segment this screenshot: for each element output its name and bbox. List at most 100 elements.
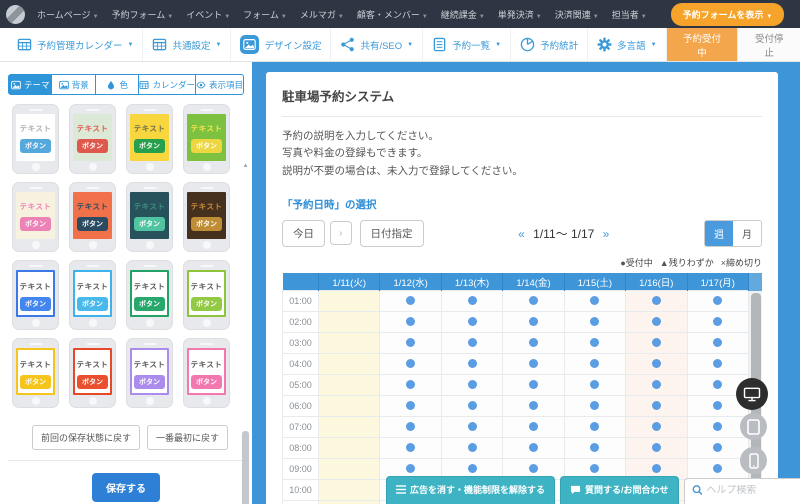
availability-dot[interactable] bbox=[652, 443, 661, 452]
availability-dot[interactable] bbox=[406, 422, 415, 431]
app-logo[interactable] bbox=[6, 5, 25, 24]
remove-ads-button[interactable]: 広告を消す・機能制限を解除する bbox=[386, 476, 555, 504]
availability-dot[interactable] bbox=[652, 338, 661, 347]
stop-accepting-button[interactable]: 受付停止 bbox=[737, 28, 800, 61]
availability-dot[interactable] bbox=[652, 401, 661, 410]
availability-dot[interactable] bbox=[713, 443, 722, 452]
prev-range-arrow-icon[interactable]: « bbox=[513, 227, 530, 241]
design-tab-色[interactable]: 色 bbox=[95, 74, 139, 95]
availability-dot[interactable] bbox=[590, 443, 599, 452]
availability-dot[interactable] bbox=[590, 380, 599, 389]
availability-dot[interactable] bbox=[529, 401, 538, 410]
availability-dot[interactable] bbox=[529, 443, 538, 452]
availability-dot[interactable] bbox=[652, 380, 661, 389]
availability-dot[interactable] bbox=[406, 296, 415, 305]
help-search-input[interactable] bbox=[706, 485, 800, 496]
theme-option[interactable]: テキストボタン bbox=[183, 338, 230, 408]
date-pick-button[interactable]: 日付指定 bbox=[360, 220, 424, 247]
desktop-preview-button[interactable] bbox=[736, 378, 768, 410]
nav-item[interactable]: 予約フォーム▼ bbox=[112, 8, 174, 21]
availability-dot[interactable] bbox=[406, 380, 415, 389]
theme-option[interactable]: テキストボタン bbox=[12, 338, 59, 408]
save-button[interactable]: 保存する bbox=[92, 473, 160, 502]
theme-option[interactable]: テキストボタン bbox=[183, 182, 230, 252]
theme-option[interactable]: テキストボタン bbox=[12, 104, 59, 174]
nav-item[interactable]: フォーム▼ bbox=[243, 8, 287, 21]
today-button[interactable]: 今日 bbox=[282, 220, 325, 247]
availability-dot[interactable] bbox=[590, 401, 599, 410]
availability-dot[interactable] bbox=[406, 464, 415, 473]
availability-dot[interactable] bbox=[406, 338, 415, 347]
availability-dot[interactable] bbox=[406, 359, 415, 368]
theme-option[interactable]: テキストボタン bbox=[12, 182, 59, 252]
week-view-button[interactable]: 週 bbox=[705, 221, 733, 246]
availability-dot[interactable] bbox=[590, 317, 599, 326]
tablet-preview-button[interactable] bbox=[740, 413, 767, 440]
nav-item[interactable]: 決済関連▼ bbox=[555, 8, 599, 21]
availability-dot[interactable] bbox=[406, 443, 415, 452]
phone-preview-button[interactable] bbox=[740, 447, 767, 474]
availability-dot[interactable] bbox=[529, 338, 538, 347]
theme-option[interactable]: テキストボタン bbox=[126, 338, 173, 408]
availability-dot[interactable] bbox=[468, 296, 477, 305]
availability-dot[interactable] bbox=[590, 422, 599, 431]
design-tab-カレンダー[interactable]: カレンダー bbox=[138, 74, 196, 95]
availability-dot[interactable] bbox=[652, 359, 661, 368]
toolbar-item[interactable]: デザイン設定 bbox=[231, 28, 331, 61]
availability-dot[interactable] bbox=[468, 401, 477, 410]
availability-dot[interactable] bbox=[713, 338, 722, 347]
availability-dot[interactable] bbox=[529, 296, 538, 305]
availability-dot[interactable] bbox=[468, 359, 477, 368]
toolbar-item[interactable]: 予約一覧▼ bbox=[423, 28, 511, 61]
availability-dot[interactable] bbox=[468, 380, 477, 389]
availability-dot[interactable] bbox=[652, 317, 661, 326]
availability-dot[interactable] bbox=[652, 464, 661, 473]
theme-option[interactable]: テキストボタン bbox=[126, 260, 173, 330]
theme-option[interactable]: テキストボタン bbox=[126, 182, 173, 252]
next-week-chevron-button[interactable]: › bbox=[330, 221, 352, 245]
nav-item[interactable]: 継続課金▼ bbox=[441, 8, 485, 21]
toolbar-item[interactable]: 予約管理カレンダー▼ bbox=[8, 28, 143, 61]
availability-dot[interactable] bbox=[468, 443, 477, 452]
theme-option[interactable]: テキストボタン bbox=[69, 182, 116, 252]
theme-option[interactable]: テキストボタン bbox=[12, 260, 59, 330]
restore-previous-save-button[interactable]: 前回の保存状態に戻す bbox=[32, 425, 140, 450]
show-reservation-form-button[interactable]: 予約フォームを表示▼ bbox=[671, 3, 785, 26]
nav-item[interactable]: 担当者▼ bbox=[612, 8, 647, 21]
availability-dot[interactable] bbox=[406, 317, 415, 326]
availability-dot[interactable] bbox=[468, 317, 477, 326]
theme-option[interactable]: テキストボタン bbox=[69, 260, 116, 330]
design-tab-背景[interactable]: 背景 bbox=[51, 74, 95, 95]
design-tab-表示項目[interactable]: 表示項目 bbox=[195, 74, 244, 95]
accepting-reservations-button[interactable]: 予約受付中 bbox=[667, 28, 738, 61]
scrollbar-thumb[interactable] bbox=[242, 431, 249, 504]
availability-dot[interactable] bbox=[713, 464, 722, 473]
availability-dot[interactable] bbox=[713, 422, 722, 431]
nav-item[interactable]: メルマガ▼ bbox=[300, 8, 344, 21]
scroll-up-arrow-icon[interactable]: ▲ bbox=[241, 163, 250, 169]
availability-dot[interactable] bbox=[590, 359, 599, 368]
restore-default-button[interactable]: 一番最初に戻す bbox=[147, 425, 228, 450]
availability-dot[interactable] bbox=[590, 464, 599, 473]
availability-dot[interactable] bbox=[652, 296, 661, 305]
nav-item[interactable]: ホームページ▼ bbox=[37, 8, 99, 21]
availability-dot[interactable] bbox=[713, 317, 722, 326]
availability-dot[interactable] bbox=[529, 359, 538, 368]
nav-item[interactable]: 単発決済▼ bbox=[498, 8, 542, 21]
availability-dot[interactable] bbox=[529, 422, 538, 431]
availability-dot[interactable] bbox=[529, 380, 538, 389]
availability-dot[interactable] bbox=[406, 401, 415, 410]
availability-dot[interactable] bbox=[590, 296, 599, 305]
nav-item[interactable]: 顧客・メンバー▼ bbox=[357, 8, 428, 21]
toolbar-item[interactable]: 共有/SEO▼ bbox=[331, 28, 423, 61]
availability-dot[interactable] bbox=[713, 380, 722, 389]
theme-option[interactable]: テキストボタン bbox=[183, 260, 230, 330]
availability-dot[interactable] bbox=[529, 317, 538, 326]
design-tab-テーマ[interactable]: テーマ bbox=[8, 74, 52, 95]
nav-item[interactable]: イベント▼ bbox=[186, 8, 230, 21]
availability-dot[interactable] bbox=[652, 422, 661, 431]
month-view-button[interactable]: 月 bbox=[733, 221, 761, 246]
availability-dot[interactable] bbox=[529, 464, 538, 473]
availability-dot[interactable] bbox=[713, 359, 722, 368]
availability-dot[interactable] bbox=[713, 296, 722, 305]
